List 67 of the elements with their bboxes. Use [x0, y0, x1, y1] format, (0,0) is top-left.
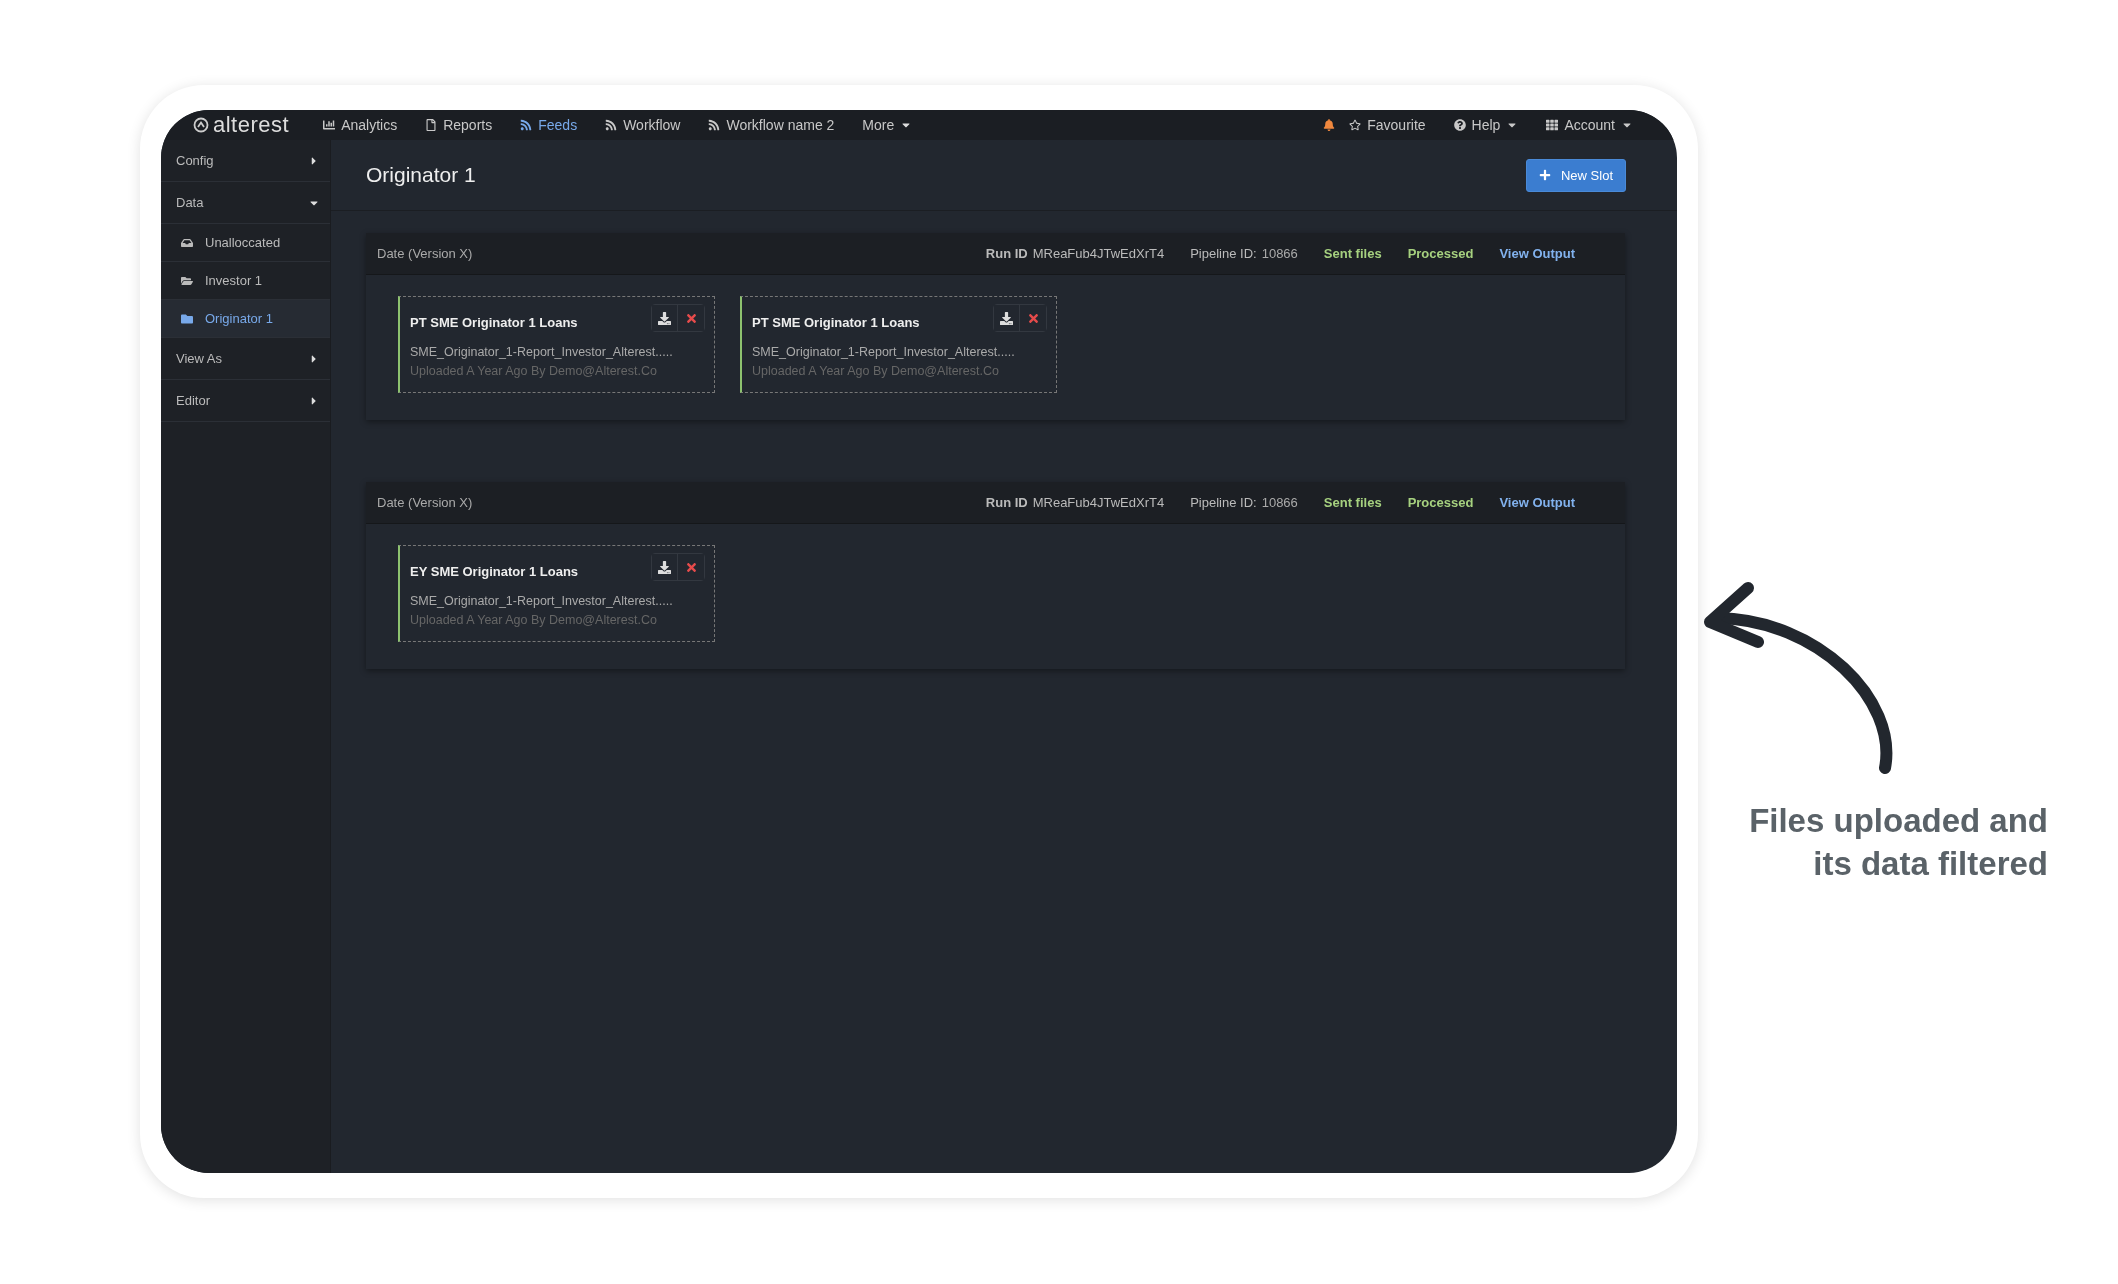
download-icon	[658, 560, 671, 574]
pipeline-id-value: 10866	[1261, 495, 1298, 510]
sidebar-section[interactable]: Config	[161, 140, 330, 182]
rss-icon	[605, 119, 618, 131]
nav-link[interactable]: Workflow	[605, 117, 681, 133]
download-button[interactable]	[652, 305, 678, 331]
download-button[interactable]	[652, 554, 678, 580]
file-name: SME_Originator_1-Report_Investor_Alterest.....	[410, 594, 674, 608]
pipeline-id-label: Pipeline ID:	[1190, 495, 1257, 510]
bell-icon[interactable]	[1323, 119, 1336, 131]
download-icon	[658, 311, 671, 325]
close-icon	[684, 560, 698, 574]
upload-info: Uploaded A Year Ago By Demo@Alterest.Co	[752, 364, 1000, 378]
file-title: PT SME Originator 1 Loans	[410, 315, 578, 330]
inbox-icon	[181, 236, 193, 249]
page-title: Originator 1	[366, 163, 476, 187]
file-name: SME_Originator_1-Report_Investor_Alterest.....	[752, 345, 1016, 359]
favourite-link[interactable]: Favourite	[1349, 117, 1426, 133]
sidebar-section[interactable]: Editor	[161, 380, 330, 422]
new-slot-button[interactable]: New Slot	[1525, 158, 1626, 192]
bar-chart-icon	[323, 119, 336, 131]
folder-icon	[181, 312, 193, 325]
upload-info: Uploaded A Year Ago By Demo@Alterest.Co	[410, 613, 658, 627]
star-icon	[1349, 119, 1362, 131]
sent-files-link[interactable]: Sent files	[1323, 246, 1382, 261]
view-output-link[interactable]: View Output	[1499, 495, 1575, 510]
sent-files-link[interactable]: Sent files	[1323, 495, 1382, 510]
download-button[interactable]	[994, 305, 1020, 331]
annotation-text: Files uploaded and its data filtered	[1748, 801, 2048, 884]
file-icon	[425, 119, 438, 131]
close-icon	[684, 311, 698, 325]
rss-icon	[520, 119, 533, 131]
rss-icon	[708, 119, 721, 131]
run-id-label: Run ID	[985, 246, 1028, 261]
nav-link[interactable]: Workflow name 2	[708, 117, 835, 133]
nav-link[interactable]: Feeds	[520, 117, 578, 133]
plus-icon	[1538, 169, 1551, 181]
run-id-value: MReaFub4JTwEdXrT4	[1032, 495, 1165, 510]
download-icon	[1000, 311, 1013, 325]
file-name: SME_Originator_1-Report_Investor_Alterest.....	[410, 345, 674, 359]
sidebar-item[interactable]: Originator 1	[161, 300, 330, 338]
nav-link[interactable]: Analytics	[323, 117, 398, 133]
sidebar-section[interactable]: View As	[161, 338, 330, 380]
logo-text[interactable]: alterest	[213, 112, 290, 138]
nav-link[interactable]: Reports	[425, 117, 493, 133]
slot-date: Date (Version X)	[377, 246, 473, 261]
folder-icon	[181, 274, 193, 287]
more-menu[interactable]: More	[862, 117, 913, 133]
slot-date: Date (Version X)	[377, 495, 473, 510]
pipeline-id-value: 10866	[1261, 246, 1298, 261]
view-output-link[interactable]: View Output	[1499, 246, 1575, 261]
help-icon	[1453, 119, 1466, 131]
file-title: EY SME Originator 1 Loans	[410, 564, 579, 579]
help-menu[interactable]: Help	[1453, 117, 1519, 133]
logo-icon	[193, 117, 209, 133]
run-id-label: Run ID	[985, 495, 1028, 510]
run-id-value: MReaFub4JTwEdXrT4	[1032, 246, 1165, 261]
sidebar-section[interactable]: Data	[161, 182, 330, 224]
close-icon	[1026, 311, 1040, 325]
grid-icon	[1546, 119, 1559, 131]
pipeline-id-label: Pipeline ID:	[1190, 246, 1257, 261]
file-title: PT SME Originator 1 Loans	[752, 315, 920, 330]
sidebar-item[interactable]: Unalloccated	[161, 224, 330, 262]
processed-link[interactable]: Processed	[1407, 246, 1474, 261]
processed-link[interactable]: Processed	[1407, 495, 1474, 510]
upload-info: Uploaded A Year Ago By Demo@Alterest.Co	[410, 364, 658, 378]
account-menu[interactable]: Account	[1546, 117, 1633, 133]
